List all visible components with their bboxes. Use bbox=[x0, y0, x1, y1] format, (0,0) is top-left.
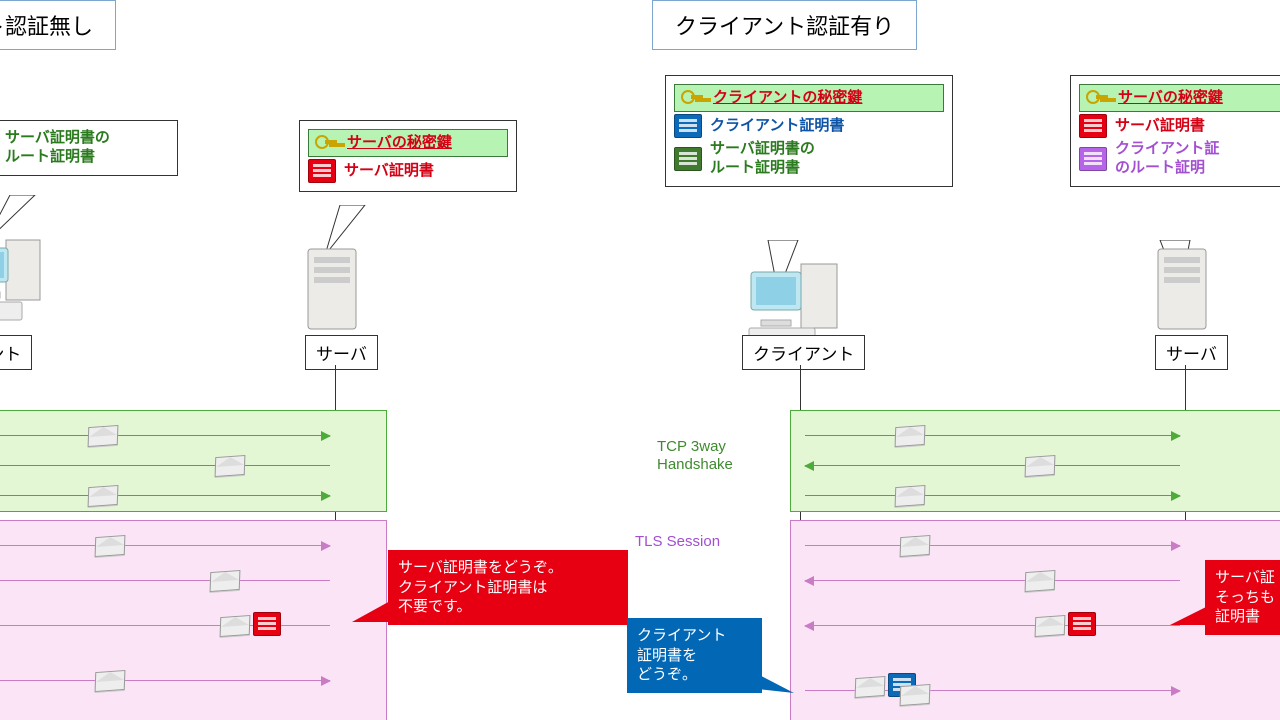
speech-tail bbox=[352, 600, 392, 630]
speech-right-server: サーバ証 そっちも 証明書 bbox=[1205, 560, 1280, 635]
right-server-callout: サーバの秘密鍵 サーバ証明書 クライアント証 のルート証明 bbox=[1070, 75, 1280, 187]
cert-icon bbox=[253, 612, 281, 636]
envelope-icon bbox=[215, 455, 246, 477]
arrow bbox=[0, 435, 330, 436]
left-client-label: アント bbox=[0, 335, 32, 370]
envelope-icon bbox=[88, 485, 119, 507]
arrow bbox=[0, 495, 330, 496]
envelope-icon bbox=[1025, 570, 1056, 592]
envelope-icon bbox=[210, 570, 241, 592]
arrow bbox=[0, 465, 330, 466]
envelope-icon bbox=[1025, 455, 1056, 477]
arrow bbox=[805, 545, 1180, 546]
cert-icon bbox=[674, 147, 702, 171]
speech-tail bbox=[740, 665, 796, 695]
title-right: クライアント認証有り bbox=[652, 0, 917, 50]
left-server-callout: サーバの秘密鍵 サーバ証明書 bbox=[299, 120, 517, 192]
envelope-icon bbox=[88, 425, 119, 447]
server-icon bbox=[1150, 245, 1220, 335]
title-left: ト認証無し bbox=[0, 0, 116, 50]
arrow bbox=[805, 495, 1180, 496]
speech-left-server: サーバ証明書をどうぞ。 クライアント証明書は 不要です。 bbox=[388, 550, 628, 625]
cert-icon bbox=[1068, 612, 1096, 636]
right-client-label: クライアント bbox=[742, 335, 865, 370]
envelope-icon bbox=[855, 676, 886, 698]
speech-tail bbox=[1170, 605, 1210, 633]
arrow bbox=[805, 465, 1180, 466]
cert-icon bbox=[308, 159, 336, 183]
cert-icon bbox=[1079, 114, 1107, 138]
tcp-label: TCP 3wayHandshake bbox=[657, 438, 733, 474]
key-icon bbox=[1084, 87, 1110, 109]
tls-label: TLS Session bbox=[635, 533, 720, 551]
envelope-icon bbox=[220, 615, 251, 637]
arrow bbox=[805, 580, 1180, 581]
right-server-label: サーバ bbox=[1155, 335, 1228, 370]
envelope-icon bbox=[95, 535, 126, 557]
key-icon bbox=[313, 132, 339, 154]
computer-icon bbox=[0, 230, 50, 330]
arrow bbox=[805, 435, 1180, 436]
server-icon bbox=[300, 245, 370, 335]
envelope-icon bbox=[1035, 615, 1066, 637]
right-client-callout: クライアントの秘密鍵 クライアント証明書 サーバ証明書の ルート証明書 bbox=[665, 75, 953, 187]
cert-icon bbox=[1079, 147, 1107, 171]
arrow bbox=[0, 580, 330, 581]
left-server-label: サーバ bbox=[305, 335, 378, 370]
computer-icon bbox=[745, 258, 845, 340]
arrow bbox=[0, 545, 330, 546]
envelope-icon bbox=[95, 670, 126, 692]
envelope-icon bbox=[895, 425, 926, 447]
arrow bbox=[805, 625, 1180, 626]
cert-icon bbox=[674, 114, 702, 138]
envelope-icon bbox=[895, 485, 926, 507]
envelope-icon bbox=[900, 535, 931, 557]
envelope-icon bbox=[900, 684, 931, 706]
arrow bbox=[0, 680, 330, 681]
key-icon bbox=[679, 87, 705, 109]
left-client-callout: サーバ証明書の ルート証明書 bbox=[0, 120, 178, 176]
